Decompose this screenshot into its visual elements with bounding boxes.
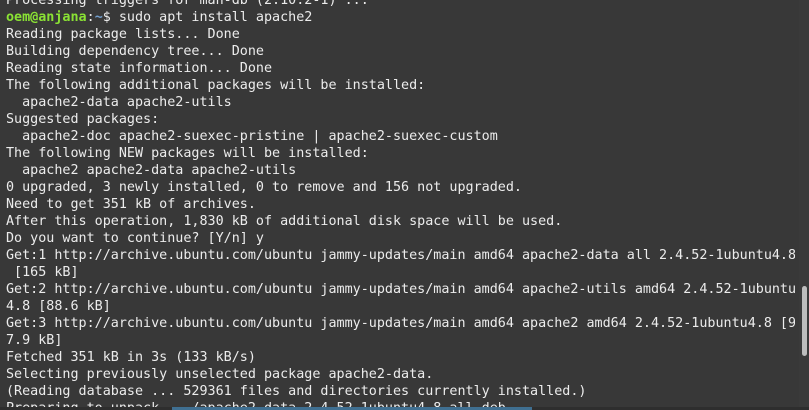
terminal-line: apache2-data apache2-utils	[6, 95, 232, 110]
terminal-line: Selecting previously unselected package …	[6, 367, 434, 382]
terminal-line: Reading state information... Done	[6, 61, 273, 76]
terminal-line-previous: Processing triggers for man-db (2.10.2-1…	[6, 0, 369, 8]
prompt-command: sudo apt install apache2	[110, 10, 313, 25]
terminal-line: apache2 apache2-data apache2-utils	[6, 163, 297, 178]
terminal-line: Fetched 351 kB in 3s (133 kB/s)	[6, 350, 256, 365]
terminal-line: Get:3 http://archive.ubuntu.com/ubuntu j…	[6, 316, 795, 331]
prompt-path: ~	[94, 10, 103, 25]
terminal-line: Get:2 http://archive.ubuntu.com/ubuntu j…	[6, 282, 795, 297]
terminal-line: Need to get 351 kB of archives.	[6, 197, 256, 212]
prompt-symbol: $	[102, 10, 111, 25]
terminal-line: Reading package lists... Done	[6, 27, 240, 42]
terminal-window[interactable]: Processing triggers for man-db (2.10.2-1…	[0, 0, 809, 410]
terminal-line: (Reading database ... 529361 files and d…	[6, 384, 587, 399]
scrollbar-thumb[interactable]	[802, 286, 807, 356]
terminal-line: After this operation, 1,830 kB of additi…	[6, 214, 563, 229]
vertical-scrollbar[interactable]	[799, 0, 809, 410]
terminal-line: [165 kB]	[6, 265, 79, 280]
terminal-line: The following additional packages will b…	[6, 78, 426, 93]
terminal-line: 0 upgraded, 3 newly installed, 0 to remo…	[6, 180, 522, 195]
terminal-line: The following NEW packages will be insta…	[6, 146, 369, 161]
command-prompt-line: oem@anjana:~$ sudo apt install apache2	[6, 9, 795, 26]
terminal-line: 4.8 [88.6 kB]	[6, 299, 111, 314]
terminal-line: Do you want to continue? [Y/n] y	[6, 231, 264, 246]
terminal-line: Building dependency tree... Done	[6, 44, 264, 59]
prompt-user-host: oem@anjana	[6, 10, 87, 25]
prompt-separator: :	[86, 10, 95, 25]
terminal-line: Suggested packages:	[6, 112, 160, 127]
terminal-line: apache2-doc apache2-suexec-pristine | ap…	[6, 129, 498, 144]
terminal-line: Get:1 http://archive.ubuntu.com/ubuntu j…	[6, 248, 795, 263]
terminal-line: 7.9 kB]	[6, 333, 63, 348]
terminal-output: Processing triggers for man-db (2.10.2-1…	[6, 0, 795, 410]
